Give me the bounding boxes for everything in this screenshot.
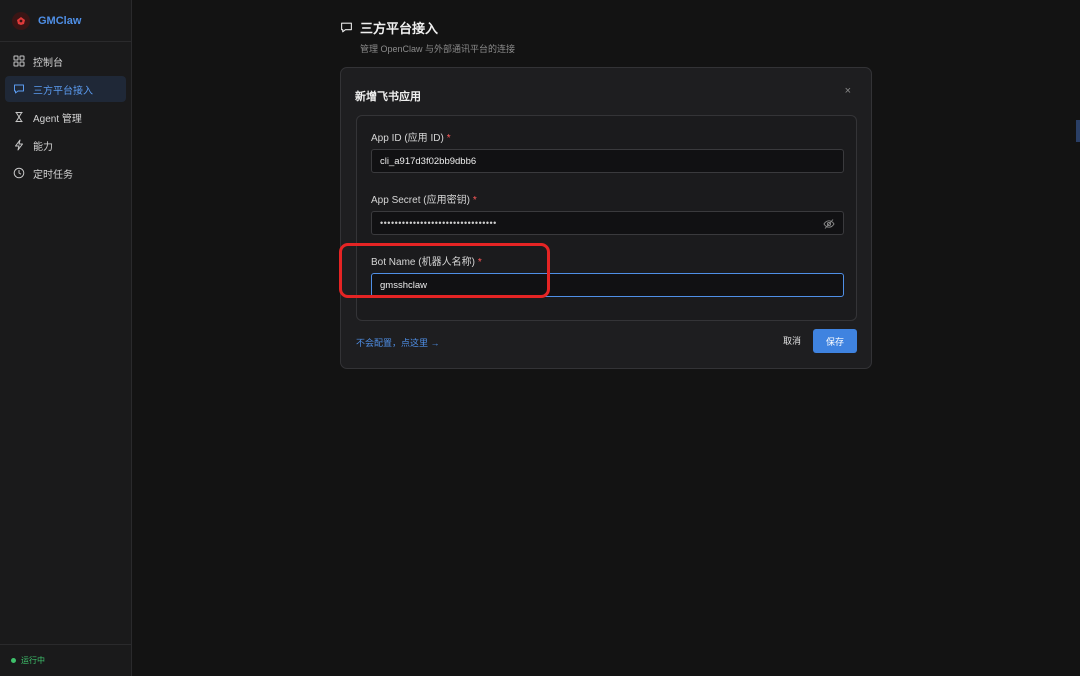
label-text: App Secret (应用密钥): [371, 195, 470, 206]
app-name: GMClaw: [38, 14, 82, 27]
sidebar-item-scheduled-tasks[interactable]: 定时任务: [5, 160, 126, 186]
input-value: gmsshclaw: [380, 279, 427, 291]
required-mark: *: [446, 133, 451, 144]
close-button[interactable]: ×: [845, 85, 851, 97]
cancel-button[interactable]: 取消: [783, 334, 801, 347]
dialog-title: 新增飞书应用: [355, 91, 421, 103]
required-mark: *: [472, 195, 477, 206]
input-value: ••••••••••••••••••••••••••••••••: [380, 218, 497, 228]
save-button[interactable]: 保存: [813, 329, 857, 353]
page-title: 三方平台接入: [360, 21, 439, 36]
lightning-icon: [15, 139, 23, 151]
agent-icon: [15, 111, 23, 123]
bot-name-label: Bot Name (机器人名称) *: [371, 253, 482, 268]
sidebar-item-label: 三方平台接入: [33, 85, 93, 97]
form-panel: App ID (应用 ID) * cli_a917d3f02bb9dbb6 App…: [356, 115, 857, 321]
clock-icon: [13, 167, 25, 179]
page-subtitle: 管理 OpenClaw 与外部通讯平台的连接: [360, 44, 516, 54]
label-text: Bot Name (机器人名称): [371, 257, 475, 268]
eye-off-icon[interactable]: [823, 218, 835, 230]
app-secret-label: App Secret (应用密钥) *: [371, 191, 477, 206]
page-header: 三方平台接入: [340, 18, 438, 37]
status-dot-icon: [11, 658, 16, 663]
chat-bubble-icon: [14, 84, 24, 94]
app-id-label: App ID (应用 ID) *: [371, 129, 451, 144]
app-id-input[interactable]: cli_a917d3f02bb9dbb6: [371, 149, 844, 173]
sidebar-nav: 控制台 三方平台接入 Agent 管理 能力 定时任务: [0, 42, 131, 194]
status-footer: 运行中: [0, 644, 131, 676]
required-mark: *: [477, 257, 482, 268]
app-secret-input[interactable]: ••••••••••••••••••••••••••••••••: [371, 211, 844, 235]
add-feishu-app-dialog: 新增飞书应用 × App ID (应用 ID) * cli_a917d3f02bb…: [340, 67, 872, 369]
sidebar-item-label: 定时任务: [33, 169, 73, 181]
sidebar-item-label: 能力: [33, 141, 53, 153]
sidebar-item-label: Agent 管理: [33, 113, 82, 125]
scroll-edge-indicator: [1076, 120, 1080, 142]
sidebar-item-capabilities[interactable]: 能力: [5, 132, 126, 158]
label-text: App ID (应用 ID): [371, 133, 444, 144]
sidebar-item-agent[interactable]: Agent 管理: [5, 104, 126, 130]
grid-icon: [13, 55, 25, 67]
sidebar-item-label: 控制台: [33, 57, 63, 69]
app-window: GMClaw 控制台 三方平台接入 Agent 管理 能力 定时任务 运行中 三…: [0, 0, 1080, 676]
chat-bubble-icon: [341, 22, 352, 33]
sidebar-item-third-party[interactable]: 三方平台接入: [5, 76, 126, 102]
status-text: 运行中: [21, 656, 45, 665]
logo-icon: [12, 11, 30, 30]
sidebar-item-dashboard[interactable]: 控制台: [5, 48, 126, 74]
input-value: cli_a917d3f02bb9dbb6: [380, 155, 477, 167]
brand[interactable]: GMClaw: [0, 0, 131, 42]
sidebar: GMClaw 控制台 三方平台接入 Agent 管理 能力 定时任务 运行中: [0, 0, 132, 676]
bot-name-input[interactable]: gmsshclaw: [371, 273, 844, 297]
help-link[interactable]: 不会配置，点这里 →: [356, 336, 440, 349]
